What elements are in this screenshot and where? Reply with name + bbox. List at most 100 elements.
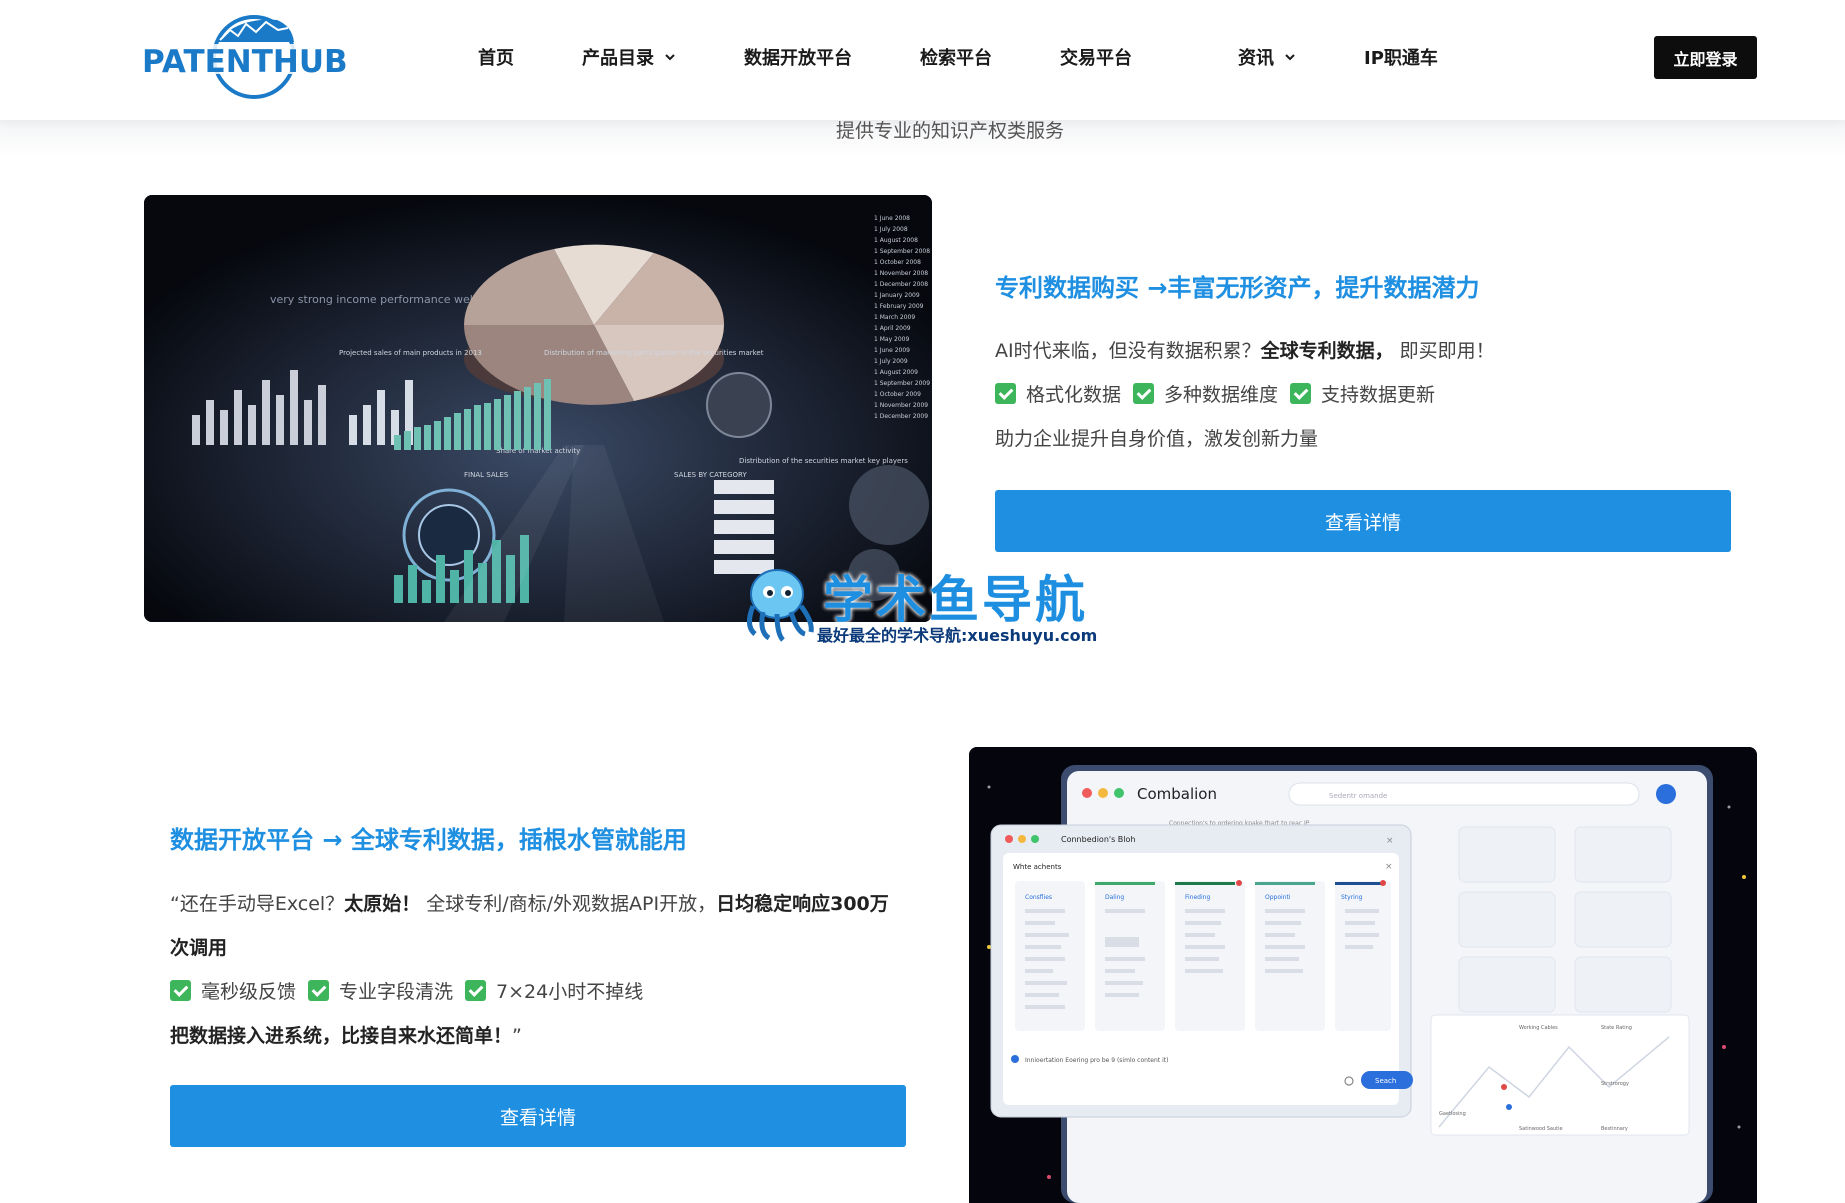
nav-search-label: 检索平台 bbox=[920, 48, 992, 69]
map-label: Satinwood Sautie bbox=[1519, 1126, 1563, 1132]
nav-open-data-label: 数据开放平台 bbox=[744, 48, 852, 69]
patenthub-logo[interactable]: PATENTHUB bbox=[142, 12, 372, 102]
feature2-line1: “还在手动导Excel？太原始！ 全球专利/商标/外观数据API开放，日均稳定响… bbox=[170, 889, 889, 916]
mockup-search-button-label: Seach bbox=[1375, 1077, 1396, 1085]
nav-product-catalog[interactable]: 产品目录 bbox=[582, 44, 676, 70]
date-item: 1 November 2008 bbox=[874, 270, 928, 277]
date-item: 1 January 2009 bbox=[874, 292, 920, 299]
check-icon bbox=[465, 980, 487, 1001]
nav-home[interactable]: 首页 bbox=[478, 44, 514, 70]
feature1-line1-a: AI时代来临，但没有数据积累？ bbox=[995, 340, 1261, 362]
date-item: 1 April 2009 bbox=[874, 325, 911, 332]
watermark-subtitle: 最好最全的学术导航:xueshuyu.com bbox=[817, 626, 1098, 645]
date-item: 1 June 2009 bbox=[874, 347, 910, 354]
feature1-line1: AI时代来临，但没有数据积累？全球专利数据， 即买即用！ bbox=[995, 336, 1495, 363]
date-item: 1 February 2009 bbox=[874, 303, 924, 310]
feature2-line2: 次调用 bbox=[170, 933, 227, 960]
nav-ip-career[interactable]: IP职通车 bbox=[1364, 44, 1438, 70]
feature1-detail-button[interactable]: 查看详情 bbox=[995, 490, 1731, 552]
feature2-check-2: 专业字段清洗 bbox=[339, 981, 454, 1003]
feature2-line3: 把数据接入进系统，比接自来水还简单！” bbox=[170, 1021, 522, 1048]
feature1-checks: 格式化数据 多种数据维度 支持数据更新 bbox=[995, 380, 1435, 407]
image-label-2: Distribution of marketing participation … bbox=[544, 349, 764, 357]
nav-home-label: 首页 bbox=[478, 48, 514, 69]
watermark: 学术鱼导航 最好最全的学术导航:xueshuyu.com bbox=[735, 560, 1115, 650]
mockup-search-icon bbox=[1656, 784, 1676, 804]
feature1-check-3: 支持数据更新 bbox=[1321, 384, 1436, 406]
feature1-line1-c: 即买即用！ bbox=[1393, 340, 1495, 362]
date-item: 1 May 2009 bbox=[874, 336, 909, 343]
mockup-column-header: Oppointi bbox=[1265, 894, 1291, 901]
date-item: 1 September 2008 bbox=[874, 248, 930, 255]
check-icon bbox=[308, 980, 330, 1001]
feature1-line1-b: 全球专利数据， bbox=[1260, 340, 1394, 362]
map-label: Strstrorogy bbox=[1601, 1081, 1629, 1087]
feature2-image: Combalion Sedentr omande Connection's to… bbox=[969, 747, 1757, 1203]
feature2-checks: 毫秒级反馈 专业字段清洗 7×24小时不掉线 bbox=[170, 977, 643, 1004]
feature1-check-1: 格式化数据 bbox=[1026, 384, 1122, 406]
close-icon[interactable]: × bbox=[1386, 836, 1394, 846]
feature1-title: 专利数据购买 →丰富无形资产，提升数据潜力 bbox=[995, 274, 1480, 302]
date-item: 1 December 2009 bbox=[874, 413, 928, 420]
date-item: 1 July 2009 bbox=[874, 358, 908, 365]
date-item: 1 December 2008 bbox=[874, 281, 928, 288]
feature1-check-2: 多种数据维度 bbox=[1164, 384, 1279, 406]
logo-text: PATENTHUB bbox=[142, 44, 348, 80]
map-label: Bestinnary bbox=[1601, 1126, 1628, 1132]
nav-trade-platform[interactable]: 交易平台 bbox=[1060, 44, 1132, 70]
date-item: 1 October 2008 bbox=[874, 259, 921, 266]
chevron-down-icon bbox=[1285, 54, 1295, 61]
check-icon bbox=[1133, 383, 1155, 404]
image-label-1: Projected sales of main products in 2013 bbox=[339, 349, 482, 357]
date-item: 1 March 2009 bbox=[874, 314, 915, 321]
date-item: 1 September 2009 bbox=[874, 380, 930, 387]
mockup-column-header: Consflies bbox=[1025, 894, 1052, 901]
feature1-line3: 助力企业提升自身价值，激发创新力量 bbox=[995, 428, 1319, 450]
mockup-panel-title: Whte achents bbox=[1013, 863, 1062, 871]
nav-search-platform[interactable]: 检索平台 bbox=[920, 44, 992, 70]
date-item: 1 October 2009 bbox=[874, 391, 921, 398]
feature2-detail-button[interactable]: 查看详情 bbox=[170, 1085, 906, 1147]
page-subtitle: 提供专业的知识产权类服务 bbox=[835, 120, 1064, 142]
check-icon bbox=[1290, 383, 1312, 404]
nav-product-catalog-label: 产品目录 bbox=[582, 48, 654, 69]
feature2-line1-a: “还在手动导Excel？ bbox=[170, 893, 345, 915]
top-header: PATENTHUB 首页 产品目录 数据开放平台 检索平台 交易平台 资讯 IP… bbox=[0, 0, 1845, 120]
nav-news[interactable]: 资讯 bbox=[1238, 44, 1296, 70]
feature2-line1-e: 次调用 bbox=[170, 937, 228, 959]
nav-trade-label: 交易平台 bbox=[1060, 48, 1132, 69]
nav-open-data-platform[interactable]: 数据开放平台 bbox=[744, 44, 852, 70]
mockup-dialog-title: Connbedion's Bloh bbox=[1061, 835, 1135, 844]
login-button[interactable]: 立即登录 bbox=[1654, 36, 1757, 79]
date-item: 1 November 2009 bbox=[874, 402, 928, 409]
date-item: 1 August 2008 bbox=[874, 237, 918, 244]
logo-mark: PATENTHUB bbox=[142, 15, 372, 99]
octopus-mascot-icon bbox=[747, 569, 814, 642]
image-label-4: Distribution of the securities market ke… bbox=[739, 457, 908, 465]
feature2-line1-b: 太原始！ bbox=[344, 893, 421, 915]
main-nav: 首页 产品目录 数据开放平台 检索平台 交易平台 资讯 IP职通车 bbox=[460, 0, 1438, 114]
date-item: 1 July 2008 bbox=[874, 226, 908, 233]
mockup-search-placeholder: Sedentr omande bbox=[1329, 792, 1387, 800]
check-icon bbox=[170, 980, 191, 1001]
feature1-image: very strong income performance well ahea… bbox=[144, 195, 932, 622]
image-label-6: SALES BY CATEGORY bbox=[674, 471, 747, 479]
feature2-check-1: 毫秒级反馈 bbox=[201, 981, 297, 1003]
map-label: State Rating bbox=[1601, 1025, 1632, 1031]
feature2-title: 数据开放平台 → 全球专利数据，插根水管就能用 bbox=[170, 826, 687, 854]
mockup-footer-text: Innioertation Eoering pro be 9 (simlo co… bbox=[1025, 1057, 1168, 1064]
map-label: Gaetlosing bbox=[1439, 1111, 1466, 1117]
feature2-line1-c: 全球专利/商标/外观数据API开放， bbox=[420, 893, 717, 915]
date-item: 1 June 2008 bbox=[874, 215, 910, 222]
close-icon[interactable]: × bbox=[1385, 862, 1393, 872]
feature2-line3-a: 把数据接入进系统，比接自来水还简单！ bbox=[170, 1025, 513, 1047]
map-label: Working Cables bbox=[1519, 1025, 1558, 1031]
feature2-check-3: 7×24小时不掉线 bbox=[496, 981, 644, 1003]
nav-ip-career-label: IP职通车 bbox=[1364, 48, 1438, 69]
mockup-window-title: Combalion bbox=[1137, 785, 1217, 803]
feature2-line1-d: 日均稳定响应300万 bbox=[716, 893, 889, 915]
mockup-column-header: Fineding bbox=[1185, 894, 1210, 901]
nav-news-label: 资讯 bbox=[1238, 48, 1274, 69]
chevron-down-icon bbox=[665, 54, 675, 61]
feature2-line3-b: ” bbox=[512, 1025, 522, 1047]
